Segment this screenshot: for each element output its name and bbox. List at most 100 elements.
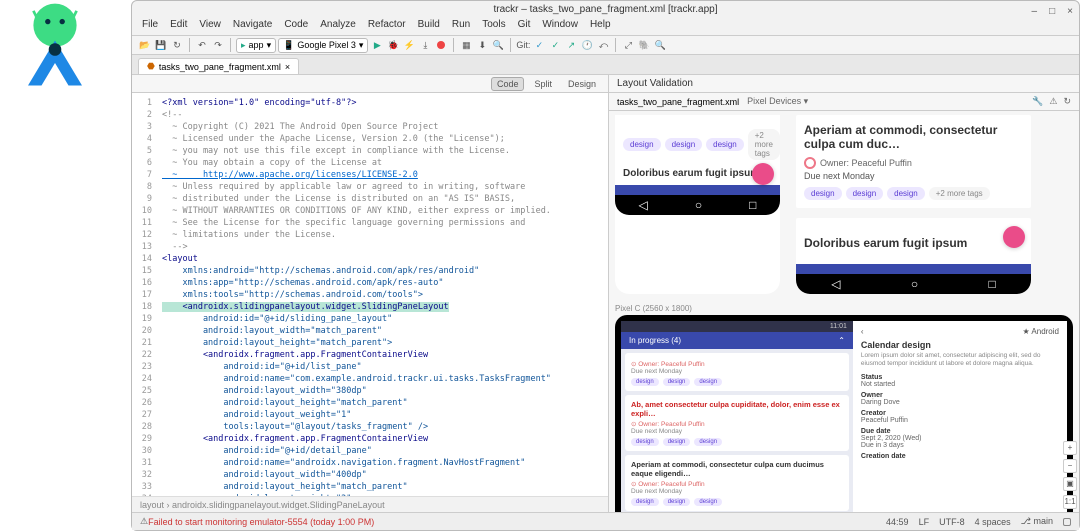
- nav-home-icon[interactable]: ○: [911, 277, 918, 291]
- menu-help[interactable]: Help: [588, 19, 613, 35]
- refresh-icon[interactable]: ↻: [1063, 96, 1071, 107]
- status-message[interactable]: Failed to start monitoring emulator-5554…: [148, 517, 374, 527]
- preview-body[interactable]: design design design +2 more tags Dolori…: [609, 111, 1079, 512]
- menu-navigate[interactable]: Navigate: [231, 19, 274, 35]
- task-card[interactable]: ⊙ Owner: Peaceful PuffinDue next Mondayd…: [625, 353, 849, 391]
- git-history-icon[interactable]: 🕐: [580, 38, 594, 52]
- editor-tab[interactable]: ⬣ tasks_two_pane_fragment.xml ×: [138, 58, 299, 74]
- maximize-icon[interactable]: □: [1049, 3, 1055, 21]
- chip: design: [846, 187, 884, 200]
- tab-close-icon[interactable]: ×: [285, 62, 290, 72]
- zoom-fit-icon[interactable]: ▣: [1063, 477, 1077, 491]
- redo-icon[interactable]: ↷: [211, 38, 225, 52]
- zoom-100-icon[interactable]: 1:1: [1063, 495, 1077, 509]
- star-add-label[interactable]: ★ Android: [1022, 327, 1059, 336]
- main-toolbar: 📂 💾 ↻ ↶ ↷ ▸app▾ 📱Google Pixel 3▾ ▶ 🐞 ⚡ ⤓…: [132, 35, 1079, 55]
- task-card[interactable]: Aperiam at commodi, consectetur culpa cu…: [625, 455, 849, 511]
- warning-icon[interactable]: ⚠: [1049, 96, 1057, 107]
- zoom-in-icon[interactable]: +: [1063, 441, 1077, 455]
- run-icon[interactable]: ▶: [370, 38, 384, 52]
- open-icon[interactable]: 📂: [138, 38, 152, 52]
- module-selector[interactable]: ▸app▾: [236, 38, 276, 53]
- status-caret-pos[interactable]: 44:59: [886, 517, 909, 527]
- chip: design: [706, 138, 744, 151]
- fab-add-icon[interactable]: [1003, 226, 1025, 248]
- menu-run[interactable]: Run: [450, 19, 472, 35]
- view-design-button[interactable]: Design: [562, 77, 602, 91]
- undo-icon[interactable]: ↶: [195, 38, 209, 52]
- device-set-dropdown[interactable]: Pixel Devices ▾: [747, 96, 808, 107]
- git-update-icon[interactable]: ✓: [532, 38, 546, 52]
- git-commit-icon[interactable]: ✓: [548, 38, 562, 52]
- view-split-button[interactable]: Split: [528, 77, 558, 91]
- tablet-task-list[interactable]: ⊙ Owner: Peaceful PuffinDue next Mondayd…: [621, 349, 853, 512]
- zoom-out-icon[interactable]: −: [1063, 459, 1077, 473]
- menu-edit[interactable]: Edit: [168, 19, 189, 35]
- tablet-detail-pane: ‹★ Android Calendar design Lorem ipsum d…: [853, 321, 1067, 512]
- menu-git[interactable]: Git: [516, 19, 533, 35]
- window-titlebar: trackr – tasks_two_pane_fragment.xml [tr…: [132, 1, 1079, 19]
- creator-field-value: Peaceful Puffin: [861, 417, 1059, 424]
- due-field-label: Due date: [861, 428, 1059, 435]
- menu-file[interactable]: File: [140, 19, 160, 35]
- debug-icon[interactable]: 🐞: [386, 38, 400, 52]
- lock-icon[interactable]: [1063, 518, 1071, 526]
- chip: design: [887, 187, 925, 200]
- menu-view[interactable]: View: [197, 19, 223, 35]
- device-selector[interactable]: 📱Google Pixel 3▾: [278, 38, 368, 53]
- breadcrumb[interactable]: layout › androidx.slidingpanelayout.widg…: [132, 496, 608, 512]
- back-arrow-icon[interactable]: ‹: [861, 327, 864, 336]
- profile-icon[interactable]: ⚡: [402, 38, 416, 52]
- status-indent[interactable]: 4 spaces: [975, 517, 1011, 527]
- git-push-icon[interactable]: ↗: [564, 38, 578, 52]
- nav-back-icon[interactable]: ◁: [831, 277, 840, 291]
- expand-icon[interactable]: ⤢: [621, 38, 635, 52]
- card-title: Aperiam at commodi, consectetur culpa cu…: [804, 123, 1023, 151]
- wrench-icon[interactable]: 🔧: [1032, 96, 1043, 107]
- android-nav-bar: ◁ ○ □: [615, 195, 780, 215]
- menu-code[interactable]: Code: [282, 19, 310, 35]
- owner-field-label: Owner: [861, 392, 1059, 399]
- preview-tab[interactable]: tasks_two_pane_fragment.xml: [617, 97, 739, 107]
- status-time: 11:01: [621, 321, 853, 332]
- status-field-value: Not started: [861, 381, 1059, 388]
- minimize-icon[interactable]: –: [1032, 3, 1038, 21]
- attach-icon[interactable]: ⤓: [418, 38, 432, 52]
- sdk-icon[interactable]: ⬇: [475, 38, 489, 52]
- chip-more: +2 more tags: [748, 129, 780, 160]
- xml-file-icon: ⬣: [147, 61, 155, 72]
- view-code-button[interactable]: Code: [491, 77, 525, 91]
- search-icon[interactable]: 🔍: [653, 38, 667, 52]
- layout-inspect-icon[interactable]: 🔍: [491, 38, 505, 52]
- menu-window[interactable]: Window: [540, 19, 580, 35]
- device-label: Pixel C (2560 x 1800): [615, 304, 1073, 313]
- stop-icon[interactable]: [437, 41, 445, 49]
- warning-triangle-icon[interactable]: ⚠: [140, 516, 148, 527]
- menu-tools[interactable]: Tools: [480, 19, 507, 35]
- nav-recent-icon[interactable]: □: [749, 198, 756, 212]
- code-lines[interactable]: <?xml version="1.0" encoding="utf-8"?><!…: [156, 93, 608, 496]
- nav-recent-icon[interactable]: □: [989, 277, 996, 291]
- gradle-elephant-icon[interactable]: 🐘: [637, 38, 651, 52]
- menu-build[interactable]: Build: [416, 19, 442, 35]
- preview-card-wide: Aperiam at commodi, consectetur culpa cu…: [796, 115, 1031, 294]
- editor-tabstrip: ⬣ tasks_two_pane_fragment.xml ×: [132, 55, 1079, 75]
- close-icon[interactable]: ×: [1067, 3, 1073, 21]
- fab-add-icon[interactable]: [752, 163, 774, 185]
- code-editor[interactable]: 1234567891011121314151617181920212223242…: [132, 93, 608, 496]
- editor-column: Code Split Design 1234567891011121314151…: [132, 75, 609, 512]
- chevron-up-icon[interactable]: ⌃: [838, 336, 845, 345]
- git-rollback-icon[interactable]: ⤺: [596, 38, 610, 52]
- menu-analyze[interactable]: Analyze: [318, 19, 358, 35]
- status-line-sep[interactable]: LF: [919, 517, 930, 527]
- task-card[interactable]: Ab, amet consectetur culpa cupiditate, d…: [625, 395, 849, 451]
- menu-refactor[interactable]: Refactor: [366, 19, 408, 35]
- status-encoding[interactable]: UTF-8: [939, 517, 965, 527]
- sync-icon[interactable]: ↻: [170, 38, 184, 52]
- nav-back-icon[interactable]: ◁: [639, 198, 648, 212]
- nav-home-icon[interactable]: ○: [695, 198, 702, 212]
- save-icon[interactable]: 💾: [154, 38, 168, 52]
- avd-icon[interactable]: ▦: [459, 38, 473, 52]
- status-branch[interactable]: ⎇ main: [1021, 516, 1053, 527]
- owner-label: Owner: Peaceful Puffin: [820, 158, 912, 168]
